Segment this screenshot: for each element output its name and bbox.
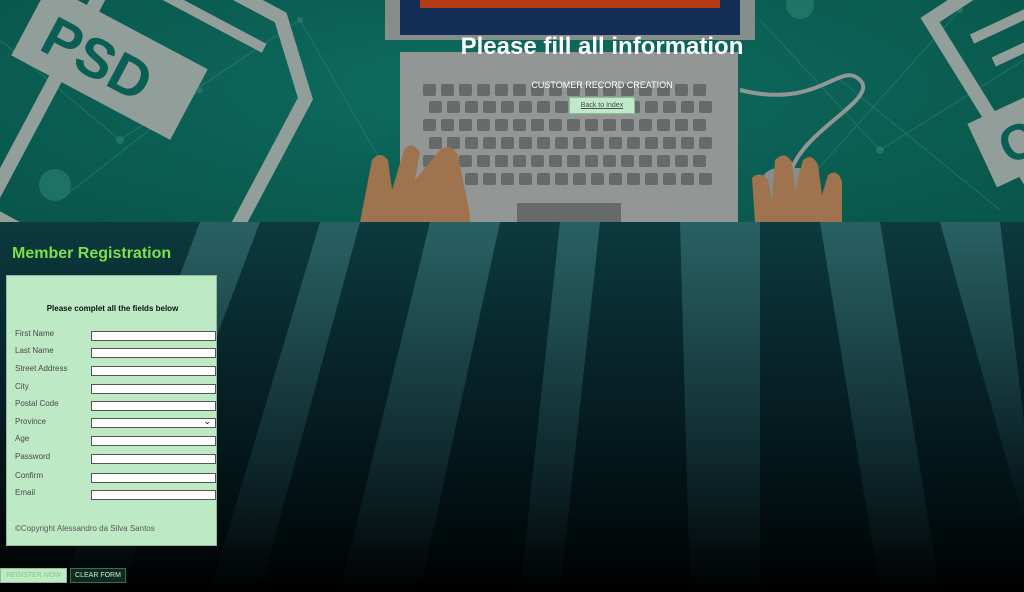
city-label: City: [15, 382, 29, 391]
first-name-label: First Name: [15, 329, 55, 338]
form-row-province: Province ⌄: [15, 416, 216, 429]
email-input[interactable]: [91, 490, 216, 500]
last-name-input[interactable]: [91, 348, 216, 358]
form-row-email: Email: [15, 488, 216, 500]
street-address-label: Street Address: [15, 364, 68, 373]
copyright-text: ©Copyright Alessandro da Silva Santos: [15, 524, 155, 533]
city-input[interactable]: [91, 384, 216, 394]
registration-form: Please complet all the fields below Firs…: [6, 275, 217, 546]
header-banner: PSD CSS Please fill all information CUST…: [0, 0, 1024, 222]
back-to-index-button[interactable]: Back to Index: [569, 97, 635, 114]
section-title: Member Registration: [12, 245, 172, 262]
form-row-confirm: Confirm: [15, 471, 216, 483]
password-label: Password: [15, 452, 51, 461]
street-address-input[interactable]: [91, 366, 216, 376]
age-input[interactable]: [91, 436, 216, 446]
form-row-street-address: Street Address: [15, 364, 216, 376]
province-label: Province: [15, 417, 47, 426]
register-now-button[interactable]: REGISTER NOW: [0, 568, 67, 583]
chevron-down-icon: ⌄: [203, 416, 211, 426]
province-select[interactable]: ⌄: [91, 416, 216, 428]
page-title: Please fill all information: [460, 33, 744, 60]
form-row-first-name: First Name: [15, 329, 216, 341]
email-label: Email: [15, 488, 36, 497]
form-row-password: Password: [15, 452, 216, 464]
age-label: Age: [15, 434, 30, 443]
form-row-age: Age: [15, 434, 216, 446]
first-name-input[interactable]: [91, 331, 216, 341]
page-subtitle: CUSTOMER RECORD CREATION: [531, 80, 673, 90]
form-row-last-name: Last Name: [15, 346, 216, 358]
confirm-password-input[interactable]: [91, 473, 216, 483]
form-row-postal-code: Postal Code: [15, 399, 216, 411]
postal-code-input[interactable]: [91, 401, 216, 411]
confirm-label: Confirm: [15, 471, 44, 480]
clear-form-button[interactable]: CLEAR FORM: [70, 568, 126, 583]
last-name-label: Last Name: [15, 346, 54, 355]
password-input[interactable]: [91, 454, 216, 464]
form-heading: Please complet all the fields below: [46, 304, 179, 313]
form-row-city: City: [15, 382, 216, 394]
postal-code-label: Postal Code: [15, 399, 59, 408]
